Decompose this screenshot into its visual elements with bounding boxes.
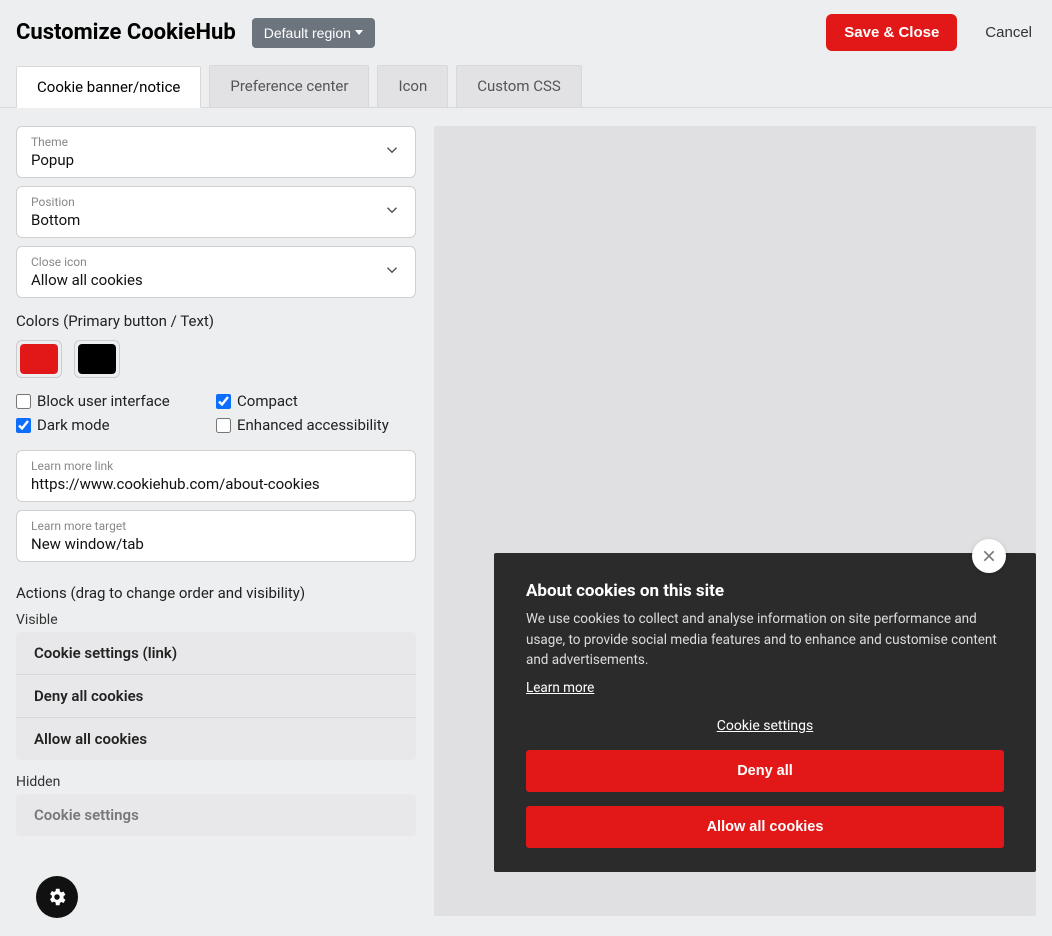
colors-heading: Colors (Primary button / Text): [16, 312, 416, 330]
learn-target-value: New window/tab: [31, 535, 401, 553]
settings-fab[interactable]: [36, 876, 78, 918]
region-dropdown[interactable]: Default region: [252, 18, 375, 48]
position-label: Position: [31, 195, 401, 209]
hidden-actions-list: Cookie settings: [16, 794, 416, 836]
theme-select[interactable]: Theme Popup: [16, 126, 416, 178]
theme-value: Popup: [31, 151, 401, 169]
closeicon-select[interactable]: Close icon Allow all cookies: [16, 246, 416, 298]
theme-label: Theme: [31, 135, 401, 149]
action-deny-all[interactable]: Deny all cookies: [16, 675, 416, 718]
preview-learn-more[interactable]: Learn more: [526, 680, 594, 696]
save-button[interactable]: Save & Close: [826, 14, 957, 51]
chevron-down-icon: [383, 261, 401, 283]
text-color-swatch[interactable]: [74, 340, 120, 378]
preview-settings-link[interactable]: Cookie settings: [526, 718, 1004, 734]
region-label: Default region: [264, 25, 351, 41]
tab-preference-center[interactable]: Preference center: [209, 65, 369, 107]
learn-more-link-field[interactable]: Learn more link https://www.cookiehub.co…: [16, 450, 416, 502]
actions-heading: Actions (drag to change order and visibi…: [16, 584, 416, 602]
check-dark-mode[interactable]: Dark mode: [16, 416, 216, 434]
check-accessibility[interactable]: Enhanced accessibility: [216, 416, 416, 434]
action-allow-all[interactable]: Allow all cookies: [16, 718, 416, 760]
page-title: Customize CookieHub: [16, 20, 236, 45]
learn-link-value: https://www.cookiehub.com/about-cookies: [31, 475, 401, 493]
action-cookie-settings-link[interactable]: Cookie settings (link): [16, 632, 416, 675]
compact-checkbox[interactable]: [216, 394, 231, 409]
tab-custom-css[interactable]: Custom CSS: [456, 65, 582, 107]
preview-title: About cookies on this site: [526, 581, 1004, 601]
cancel-button[interactable]: Cancel: [985, 24, 1032, 41]
gear-icon: [46, 886, 68, 908]
dark-mode-checkbox[interactable]: [16, 418, 31, 433]
learn-target-label: Learn more target: [31, 519, 401, 533]
close-icon: [981, 548, 997, 564]
preview-description: We use cookies to collect and analyse in…: [526, 609, 1004, 670]
closeicon-label: Close icon: [31, 255, 401, 269]
caret-down-icon: [355, 30, 363, 35]
learn-link-label: Learn more link: [31, 459, 401, 473]
learn-more-target-select[interactable]: Learn more target New window/tab: [16, 510, 416, 562]
tab-icon[interactable]: Icon: [377, 65, 448, 107]
tabs: Cookie banner/notice Preference center I…: [0, 65, 1052, 108]
primary-color-swatch[interactable]: [16, 340, 62, 378]
chevron-down-icon: [383, 141, 401, 163]
preview-close-button[interactable]: [972, 539, 1006, 573]
position-select[interactable]: Position Bottom: [16, 186, 416, 238]
visible-actions-list: Cookie settings (link) Deny all cookies …: [16, 632, 416, 760]
header: Customize CookieHub Default region Save …: [0, 0, 1052, 65]
settings-panel: Theme Popup Position Bottom Close icon A…: [16, 126, 416, 916]
accessibility-checkbox[interactable]: [216, 418, 231, 433]
check-compact[interactable]: Compact: [216, 392, 416, 410]
preview-deny-button[interactable]: Deny all: [526, 750, 1004, 792]
hidden-label: Hidden: [16, 774, 416, 790]
check-block-ui[interactable]: Block user interface: [16, 392, 216, 410]
tab-banner[interactable]: Cookie banner/notice: [16, 66, 201, 108]
position-value: Bottom: [31, 211, 401, 229]
action-cookie-settings[interactable]: Cookie settings: [16, 794, 416, 836]
block-ui-checkbox[interactable]: [16, 394, 31, 409]
preview-allow-button[interactable]: Allow all cookies: [526, 806, 1004, 848]
closeicon-value: Allow all cookies: [31, 271, 401, 289]
cookie-popup-preview: About cookies on this site We use cookie…: [494, 553, 1036, 872]
chevron-down-icon: [383, 201, 401, 223]
visible-label: Visible: [16, 612, 416, 628]
preview-panel: About cookies on this site We use cookie…: [434, 126, 1036, 916]
